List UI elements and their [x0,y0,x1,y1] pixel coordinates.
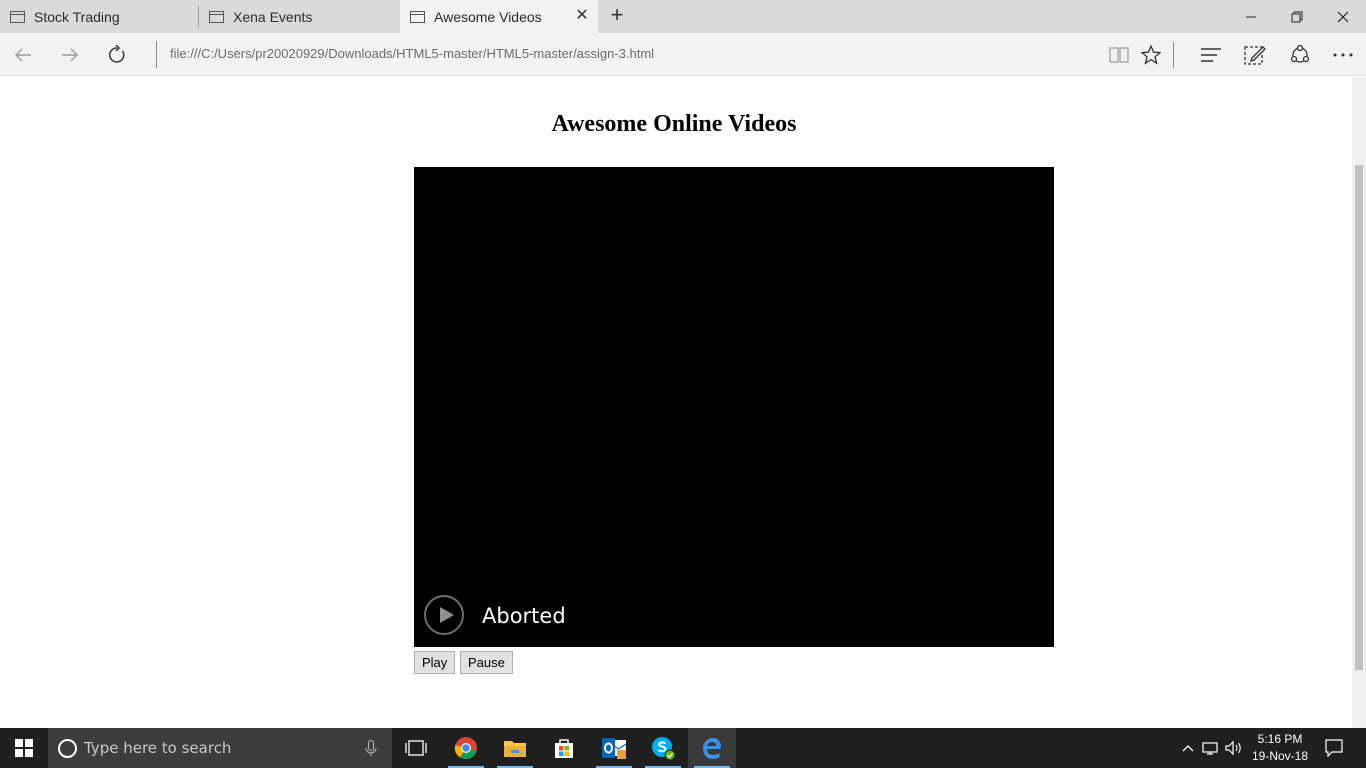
star-icon [1141,45,1161,65]
search-placeholder: Type here to search [84,739,232,757]
skype-app[interactable] [639,728,687,768]
page-icon [10,10,25,23]
share-icon [1290,44,1310,63]
toolbar-divider [1173,42,1174,68]
chrome-icon [454,737,477,760]
back-button[interactable] [8,40,38,70]
notification-icon [1325,739,1343,757]
close-tab-icon[interactable]: ✕ [574,8,590,24]
file-explorer-app[interactable] [491,728,539,768]
minimize-icon [1246,16,1256,17]
address-divider [156,41,157,68]
action-center-button[interactable] [1318,728,1350,768]
start-button[interactable] [0,728,48,768]
more-dots-icon [1333,53,1353,57]
video-player[interactable]: Aborted [414,167,1054,647]
pen-note-icon [1244,46,1266,65]
address-bar: file:///C:/Users/pr20020929/Downloads/HT… [0,33,1366,76]
tab-label: Awesome Videos [434,8,542,25]
chevron-up-icon [1182,745,1194,752]
play-circle-icon[interactable] [424,595,464,635]
page-icon [209,10,224,23]
network-icon [1202,742,1218,755]
hub-button[interactable] [1197,41,1225,69]
tab-label: Xena Events [233,8,313,25]
share-button[interactable] [1286,41,1314,69]
volume-button[interactable] [1222,728,1246,768]
task-view-icon [405,740,427,756]
tab-stock-trading[interactable]: Stock Trading [0,0,198,33]
favorite-button[interactable] [1137,41,1165,69]
restore-icon [1291,11,1303,22]
skype-icon [652,737,676,761]
folder-icon [504,741,526,757]
windows-logo-icon [15,739,33,757]
speaker-icon [1225,740,1241,756]
close-window-button[interactable] [1320,0,1366,33]
store-app[interactable] [540,728,588,768]
page-title: Awesome Online Videos [551,111,797,137]
outlook-icon [602,738,627,759]
show-hidden-icons-button[interactable] [1176,728,1200,768]
forward-button[interactable] [55,40,85,70]
page-content: Awesome Online Videos Aborted Play Pause [0,77,1352,728]
hub-icon [1201,48,1221,62]
vertical-scrollbar[interactable] [1352,77,1366,728]
tab-label: Stock Trading [34,8,120,25]
more-button[interactable] [1329,41,1357,69]
url-field[interactable]: file:///C:/Users/pr20020929/Downloads/HT… [170,46,654,61]
forward-arrow-icon [62,48,78,62]
outlook-app[interactable] [590,728,638,768]
reading-view-button[interactable] [1105,41,1133,69]
taskbar: Type here to search 5:16 PM 19-Nov-18 [0,728,1366,768]
play-button[interactable]: Play [414,651,456,674]
video-status-text: Aborted [482,604,566,628]
chrome-app[interactable] [442,728,490,768]
task-view-button[interactable] [392,728,440,768]
tab-xena-events[interactable]: Xena Events [199,0,399,33]
clock-date[interactable]: 19-Nov-18 [1245,749,1315,763]
clock-time[interactable]: 5:16 PM [1245,732,1315,746]
book-icon [1109,47,1129,63]
new-tab-button[interactable]: + [606,4,628,28]
refresh-icon [109,45,125,63]
pause-button[interactable]: Pause [460,651,513,674]
page-icon [410,10,425,23]
taskbar-search-box[interactable]: Type here to search [48,728,392,768]
tab-awesome-videos[interactable]: Awesome Videos ✕ [400,0,598,33]
back-arrow-icon [15,48,31,62]
edge-app[interactable] [688,728,736,768]
network-button[interactable] [1200,728,1222,768]
edge-icon [703,738,721,759]
restore-button[interactable] [1274,0,1320,33]
scrollbar-thumb[interactable] [1355,165,1363,670]
store-bag-icon [555,739,573,758]
microphone-icon[interactable] [365,740,377,757]
cortana-icon [58,739,77,758]
refresh-button[interactable] [102,40,132,70]
minimize-button[interactable] [1228,0,1274,33]
web-note-button[interactable] [1241,41,1269,69]
close-icon [1337,11,1349,22]
tab-bar: Stock Trading Xena Events Awesome Videos… [0,0,1366,33]
